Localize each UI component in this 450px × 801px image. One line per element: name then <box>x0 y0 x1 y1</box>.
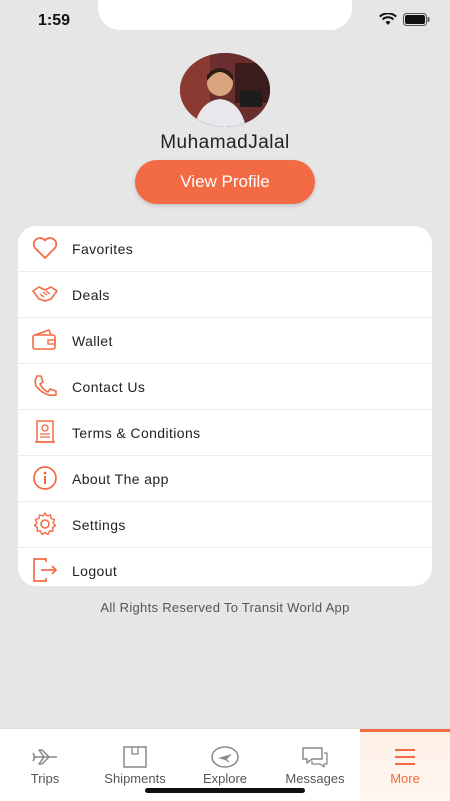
globe-plane-icon <box>211 746 239 768</box>
device-notch <box>98 0 352 30</box>
heart-icon <box>32 237 58 259</box>
tab-label-trips: Trips <box>30 771 60 786</box>
profile-name: MuhamadJalal <box>160 132 290 153</box>
menu-label-favorites: Favorites <box>72 240 134 257</box>
menu-item-contact-us[interactable]: Contact Us <box>18 364 432 410</box>
handshake-icon <box>32 286 58 302</box>
menu-label-deals: Deals <box>72 286 110 303</box>
battery-icon <box>403 13 430 26</box>
menu-label-settings: Settings <box>72 516 126 533</box>
menu-item-settings[interactable]: Settings <box>18 502 432 548</box>
menu-label-about: About The app <box>72 470 169 487</box>
avatar[interactable] <box>180 53 270 127</box>
tab-label-more: More <box>390 771 420 786</box>
chat-icon <box>302 747 328 768</box>
info-icon <box>33 466 57 490</box>
status-bar: 1:59 <box>0 0 450 44</box>
tab-label-messages: Messages <box>285 771 345 786</box>
tab-trips[interactable]: Trips <box>0 729 90 801</box>
menu-item-favorites[interactable]: Favorites <box>18 226 432 272</box>
document-icon <box>35 420 55 443</box>
status-time: 1:59 <box>38 12 71 29</box>
wallet-icon <box>32 328 56 350</box>
menu-item-terms[interactable]: Terms & Conditions <box>18 410 432 456</box>
logout-icon <box>33 558 57 582</box>
phone-icon <box>34 375 57 397</box>
menu-item-deals[interactable]: Deals <box>18 272 432 318</box>
tab-label-shipments: Shipments <box>104 771 166 786</box>
avatar-image <box>180 53 270 127</box>
menu-item-logout[interactable]: Logout <box>18 548 432 586</box>
menu-icon <box>395 749 415 765</box>
menu-item-about[interactable]: About The app <box>18 456 432 502</box>
view-profile-button[interactable]: View Profile <box>135 160 315 204</box>
menu-label-contact-us: Contact Us <box>72 378 146 395</box>
wifi-icon <box>379 13 397 25</box>
status-icons <box>379 13 430 26</box>
copyright-text: All Rights Reserved To Transit World App <box>100 600 350 615</box>
tab-label-explore: Explore <box>202 771 248 786</box>
active-tab-indicator <box>360 729 450 732</box>
menu-item-wallet[interactable]: Wallet <box>18 318 432 364</box>
tab-more[interactable]: More <box>360 729 450 801</box>
home-indicator <box>145 788 305 793</box>
menu-label-wallet: Wallet <box>72 332 113 349</box>
gear-icon <box>33 512 57 536</box>
menu-label-logout: Logout <box>72 562 118 579</box>
plane-icon <box>32 749 57 765</box>
box-icon <box>123 746 147 768</box>
menu-list: Favorites Deals Wallet Contact Us Terms … <box>18 226 432 586</box>
menu-label-terms: Terms & Conditions <box>72 424 201 441</box>
